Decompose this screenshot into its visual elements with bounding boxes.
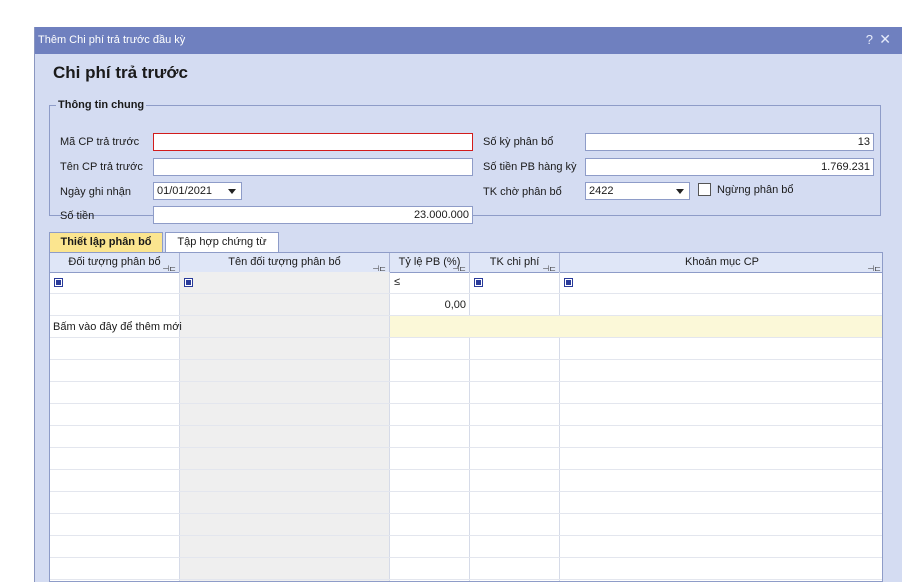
pending-account-select[interactable]: 2422 [585, 182, 690, 200]
column-header-object[interactable]: Đối tượng phân bổ ⊣⊏ [50, 253, 180, 273]
title-bar[interactable]: Thêm Chi phí trả trước đầu kỳ ? ✕ [35, 27, 902, 54]
filter-icon[interactable] [474, 278, 483, 287]
filter-icon[interactable] [564, 278, 573, 287]
name-input[interactable] [153, 158, 473, 176]
close-icon[interactable]: ✕ [879, 31, 891, 48]
table-row[interactable] [50, 360, 882, 382]
column-header-rate[interactable]: Tỷ lệ PB (%) ⊣⊏ [390, 253, 470, 273]
help-icon[interactable]: ? [866, 32, 873, 47]
table-row[interactable] [50, 338, 882, 360]
add-new-row[interactable]: Bấm vào đây để thêm mới [50, 316, 882, 338]
chevron-down-icon[interactable] [228, 189, 236, 194]
table-row[interactable] [50, 492, 882, 514]
filter-icon[interactable] [54, 278, 63, 287]
table-row[interactable] [50, 558, 882, 580]
table-row[interactable] [50, 470, 882, 492]
date-label: Ngày ghi nhận [60, 186, 131, 198]
periods-input[interactable]: 13 [585, 133, 874, 151]
date-value: 01/01/2021 [157, 185, 213, 197]
filter-icon[interactable] [184, 278, 193, 287]
add-new-hint[interactable]: Bấm vào đây để thêm mới [53, 321, 182, 333]
stop-allocation-label: Ngừng phân bổ [717, 184, 794, 196]
periods-label: Số kỳ phân bổ [483, 136, 554, 148]
name-label: Tên CP trả trước [60, 161, 143, 173]
general-info-group: Thông tin chung Mã CP trả trước Tên CP t… [49, 99, 881, 224]
per-period-label: Số tiền PB hàng kỳ [483, 161, 577, 173]
code-input[interactable] [153, 133, 473, 151]
date-picker[interactable]: 01/01/2021 [153, 182, 242, 200]
chevron-down-icon[interactable] [676, 189, 684, 194]
amount-label: Số tiền [60, 210, 95, 222]
column-header-object-name[interactable]: Tên đối tượng phân bổ ⊣⊏ [180, 253, 390, 273]
amount-input[interactable]: 23.000.000 [153, 206, 473, 224]
filter-row: ≤ [50, 272, 882, 294]
allocation-grid: Đối tượng phân bổ ⊣⊏ Tên đối tượng phân … [49, 252, 883, 582]
per-period-input[interactable]: 1.769.231 [585, 158, 874, 176]
grid-header: Đối tượng phân bổ ⊣⊏ Tên đối tượng phân … [50, 253, 882, 273]
filter-operator[interactable]: ≤ [394, 276, 400, 288]
page-title: Chi phí trả trước [53, 63, 188, 82]
table-row[interactable] [50, 404, 882, 426]
table-row[interactable] [50, 426, 882, 448]
tab-allocation-setup[interactable]: Thiết lập phân bổ [49, 232, 163, 252]
table-row[interactable] [50, 382, 882, 404]
general-info-legend: Thông tin chung [58, 99, 145, 111]
table-row[interactable] [50, 448, 882, 470]
dialog-window: Thêm Chi phí trả trước đầu kỳ ? ✕ Chi ph… [34, 27, 902, 582]
code-label: Mã CP trả trước [60, 136, 140, 148]
stop-allocation-checkbox[interactable] [698, 183, 711, 196]
column-header-expense-account[interactable]: TK chi phí ⊣⊏ [470, 253, 560, 273]
new-row-highlight [390, 316, 882, 337]
tab-vouchers[interactable]: Tập hợp chứng từ [165, 232, 279, 252]
pending-account-label: TK chờ phân bổ [483, 186, 562, 198]
summary-row: 0,00 [50, 294, 882, 316]
total-rate: 0,00 [444, 299, 466, 311]
table-row[interactable] [50, 514, 882, 536]
window-title: Thêm Chi phí trả trước đầu kỳ [38, 34, 186, 46]
pending-account-value: 2422 [589, 185, 614, 197]
column-header-cost-item[interactable]: Khoản mục CP ⊣⊏ [560, 253, 882, 273]
table-row[interactable] [50, 536, 882, 558]
